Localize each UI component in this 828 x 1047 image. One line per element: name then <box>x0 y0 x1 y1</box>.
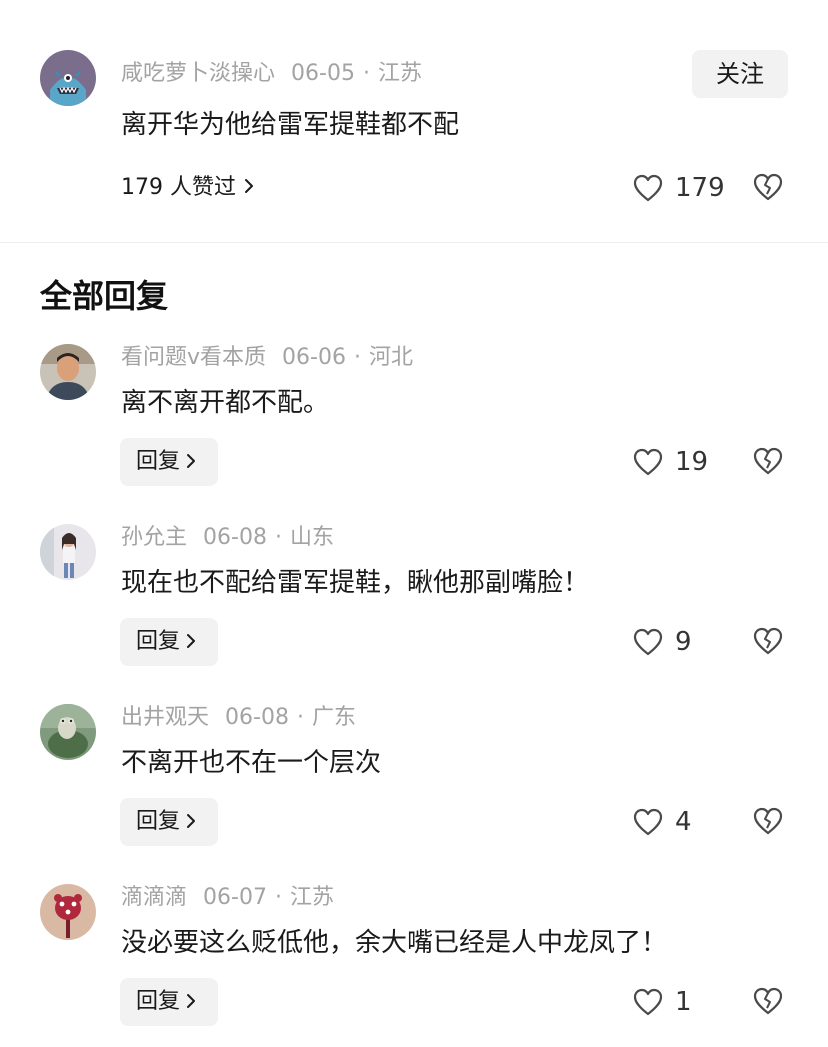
author-name[interactable]: 咸吃萝卜淡操心 <box>121 61 275 86</box>
chevron-right-icon <box>187 993 196 1008</box>
heart-outline-icon <box>633 448 675 476</box>
follow-button[interactable]: 关注 <box>692 50 788 98</box>
reply-label: 回复 <box>136 989 181 1014</box>
comment-text: 离开华为他给雷军提鞋都不配 <box>121 110 460 140</box>
like-button[interactable]: 9 <box>633 626 692 658</box>
comment-location: 江苏 <box>289 885 334 910</box>
like-count: 19 <box>675 447 709 477</box>
comment-meta: 看问题v看本质 06-06 · 河北 <box>121 343 413 373</box>
broken-heart-icon <box>753 627 783 655</box>
likers-count-text: 179 人赞过 <box>121 175 236 200</box>
broken-heart-icon <box>753 447 783 475</box>
heart-outline-icon <box>633 988 675 1016</box>
author-name[interactable]: 滴滴滴 <box>121 885 187 910</box>
chevron-right-icon <box>244 172 254 204</box>
author-name[interactable]: 看问题v看本质 <box>121 345 266 370</box>
comment-meta: 孙允主 06-08 · 山东 <box>121 523 334 553</box>
comment-date: 06-08 <box>203 525 267 550</box>
meta-separator: · <box>362 61 370 86</box>
like-count: 9 <box>675 627 692 657</box>
meta-separator: · <box>274 525 282 550</box>
like-button[interactable]: 1 <box>633 986 692 1018</box>
comment-meta: 出井观天 06-08 · 广东 <box>121 703 356 733</box>
like-button[interactable]: 179 <box>633 172 725 204</box>
dislike-button[interactable] <box>753 627 783 657</box>
like-count: 179 <box>675 173 725 203</box>
avatar[interactable] <box>40 50 96 106</box>
reply-label: 回复 <box>136 449 181 474</box>
reply-button[interactable]: 回复 <box>120 798 218 846</box>
broken-heart-icon <box>753 173 783 201</box>
comment-location: 江苏 <box>377 61 422 86</box>
section-title: 全部回复 <box>40 277 169 315</box>
dislike-button[interactable] <box>753 173 783 203</box>
avatar[interactable] <box>40 524 96 580</box>
broken-heart-icon <box>753 987 783 1015</box>
like-button[interactable]: 19 <box>633 446 708 478</box>
comment-meta: 咸吃萝卜淡操心 06-05 · 江苏 <box>121 59 422 89</box>
comment-location: 山东 <box>289 525 334 550</box>
meta-separator: · <box>274 885 282 910</box>
comment-text: 没必要这么贬低他，余大嘴已经是人中龙凤了！ <box>121 928 668 958</box>
like-count: 4 <box>675 807 692 837</box>
heart-outline-icon <box>633 628 675 656</box>
reply-label: 回复 <box>136 629 181 654</box>
dislike-button[interactable] <box>753 447 783 477</box>
comment-meta: 滴滴滴 06-07 · 江苏 <box>121 883 334 913</box>
reply-button[interactable]: 回复 <box>120 438 218 486</box>
chevron-right-icon <box>187 633 196 648</box>
meta-separator: · <box>296 705 304 730</box>
section-divider <box>0 242 828 243</box>
author-name[interactable]: 出井观天 <box>121 705 209 730</box>
heart-outline-icon <box>633 174 675 202</box>
comment-text: 现在也不配给雷军提鞋，瞅他那副嘴脸！ <box>121 568 590 598</box>
chevron-right-icon <box>187 813 196 828</box>
comment-date: 06-08 <box>225 705 289 730</box>
like-count: 1 <box>675 987 692 1017</box>
avatar[interactable] <box>40 884 96 940</box>
likers-link[interactable]: 179 人赞过 <box>121 172 254 204</box>
meta-separator: · <box>353 345 361 370</box>
comment-location: 河北 <box>368 345 413 370</box>
heart-outline-icon <box>633 808 675 836</box>
avatar[interactable] <box>40 344 96 400</box>
broken-heart-icon <box>753 807 783 835</box>
author-name[interactable]: 孙允主 <box>121 525 187 550</box>
reply-label: 回复 <box>136 809 181 834</box>
comment-date: 06-06 <box>282 345 346 370</box>
comment-text: 离不离开都不配。 <box>121 388 330 418</box>
comment-location: 广东 <box>311 705 356 730</box>
dislike-button[interactable] <box>753 807 783 837</box>
chevron-right-icon <box>187 453 196 468</box>
comment-date: 06-07 <box>203 885 267 910</box>
reply-button[interactable]: 回复 <box>120 978 218 1026</box>
comment-date: 06-05 <box>291 61 355 86</box>
reply-button[interactable]: 回复 <box>120 618 218 666</box>
avatar[interactable] <box>40 704 96 760</box>
comment-text: 不离开也不在一个层次 <box>121 748 382 778</box>
dislike-button[interactable] <box>753 987 783 1017</box>
like-button[interactable]: 4 <box>633 806 692 838</box>
